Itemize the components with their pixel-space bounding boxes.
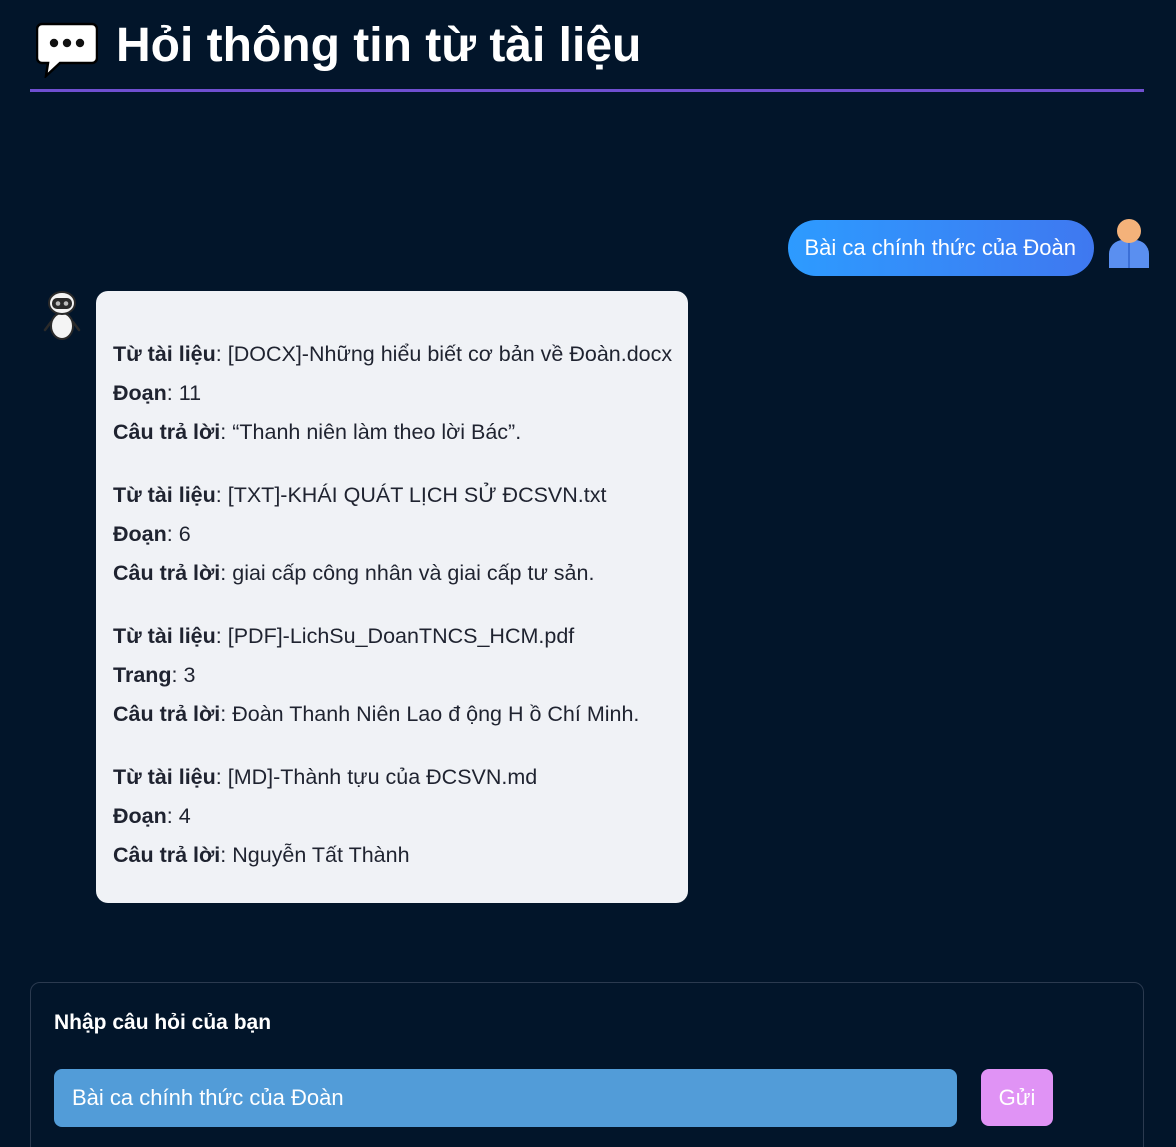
- source-value: [PDF]-LichSu_DoanTNCS_HCM.pdf: [227, 624, 575, 648]
- source-label: Từ tài liệu: [113, 765, 216, 789]
- speech-balloon-icon: [36, 22, 98, 78]
- source-label: Từ tài liệu: [113, 624, 216, 648]
- location-label: Đoạn: [113, 804, 167, 828]
- robot-avatar-icon: [43, 291, 81, 340]
- answer-label: Câu trả lời: [113, 843, 221, 867]
- result-item: Từ tài liệu: [MD]-Thành tựu của ĐCSVN.md…: [113, 765, 538, 867]
- bot-answer-bubble: Từ tài liệu: [DOCX]-Những hiểu biết cơ b…: [96, 291, 688, 903]
- question-input[interactable]: [54, 1069, 957, 1127]
- user-message: Bài ca chính thức của Đoàn: [788, 220, 1094, 276]
- location-label: Đoạn: [113, 522, 167, 546]
- answer-value: Đoàn Thanh Niên Lao đ ộng H ồ Chí Minh.: [232, 702, 640, 726]
- user-avatar-icon: [1109, 219, 1149, 268]
- page-title: Hỏi thông tin từ tài liệu: [116, 19, 642, 72]
- answer-label: Câu trả lời: [113, 561, 221, 585]
- location-value: 3: [183, 663, 196, 687]
- answer-value: giai cấp công nhân và giai cấp tư sản.: [232, 561, 595, 585]
- source-value: [MD]-Thành tựu của ĐCSVN.md: [227, 765, 538, 789]
- source-value: [DOCX]-Những hiểu biết cơ bản về Đoàn.do…: [227, 342, 673, 366]
- source-label: Từ tài liệu: [113, 483, 216, 507]
- chat-page: Hỏi thông tin từ tài liệu Bài ca chính t…: [0, 0, 1176, 1147]
- answer-label: Câu trả lời: [113, 702, 221, 726]
- answer-value: Nguyễn Tất Thành: [232, 843, 410, 867]
- source-label: Từ tài liệu: [113, 342, 216, 366]
- location-value: 11: [178, 381, 202, 405]
- answer-value: “Thanh niên làm theo lời Bác”.: [232, 420, 522, 444]
- send-button[interactable]: Gửi: [981, 1069, 1053, 1126]
- page-header: Hỏi thông tin từ tài liệu: [30, 14, 1144, 92]
- result-item: Từ tài liệu: [PDF]-LichSu_DoanTNCS_HCM.p…: [113, 624, 640, 726]
- location-value: 6: [178, 522, 191, 546]
- question-label: Nhập câu hỏi của bạn: [54, 1011, 272, 1034]
- source-value: [TXT]-KHÁI QUÁT LỊCH SỬ ĐCSVN.txt: [227, 483, 607, 507]
- location-label: Trang: [113, 663, 172, 687]
- answer-label: Câu trả lời: [113, 420, 221, 444]
- question-form: Nhập câu hỏi của bạn Gửi: [30, 982, 1144, 1147]
- location-value: 4: [178, 804, 191, 828]
- location-label: Đoạn: [113, 381, 167, 405]
- result-item: Từ tài liệu: [TXT]-KHÁI QUÁT LỊCH SỬ ĐCS…: [113, 483, 607, 585]
- result-item: Từ tài liệu: [DOCX]-Những hiểu biết cơ b…: [113, 342, 673, 444]
